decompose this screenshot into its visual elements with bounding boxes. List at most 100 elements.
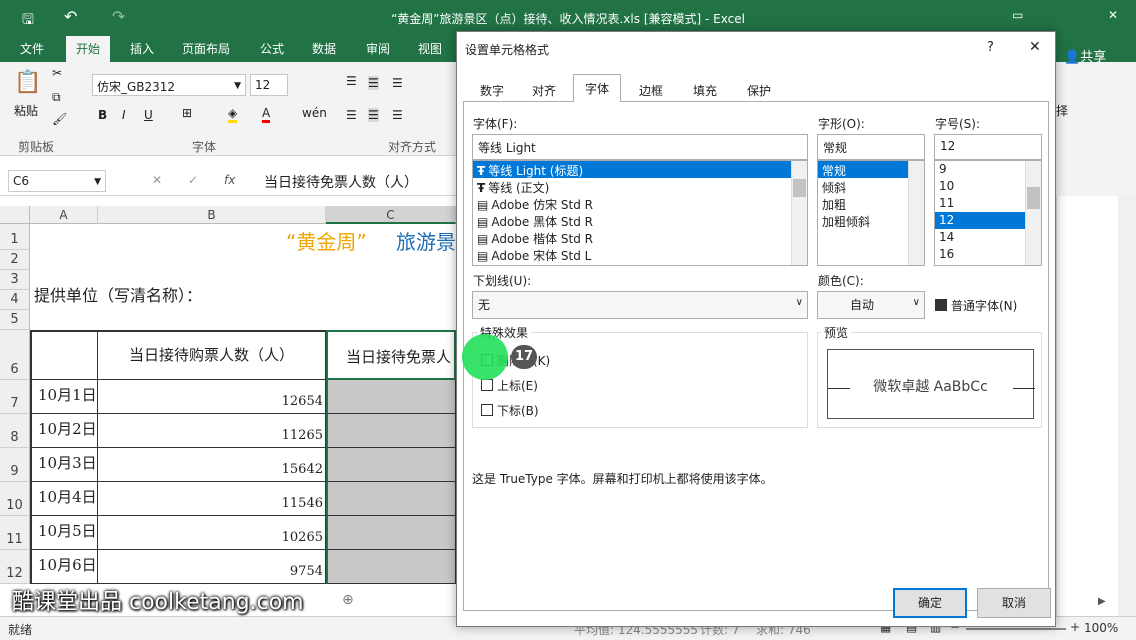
select-all-corner[interactable] <box>0 206 30 224</box>
style-list[interactable]: 常规 倾斜 加粗 加粗倾斜 <box>817 160 925 266</box>
style-item[interactable]: 加粗倾斜 <box>818 212 908 229</box>
size-list-scrollbar[interactable] <box>1025 161 1041 265</box>
zoom-slider[interactable] <box>966 628 1066 630</box>
color-select[interactable]: 自动 ∨ <box>817 291 925 319</box>
selected-cell[interactable] <box>326 414 456 448</box>
vertical-scrollbar[interactable] <box>1118 196 1136 616</box>
value-cell[interactable]: 11546 <box>98 482 326 516</box>
font-list-scrollbar[interactable] <box>791 161 807 265</box>
date-cell[interactable]: 10月3日 <box>30 448 98 482</box>
border-icon[interactable]: ⊞ <box>182 106 192 120</box>
align-top-icon[interactable]: ☰ <box>346 74 357 88</box>
row-header[interactable]: 9 <box>0 448 30 482</box>
font-item[interactable]: ▤ Adobe 宋体 Std L <box>473 246 791 263</box>
row-header[interactable]: 10 <box>0 482 30 516</box>
paste-label[interactable]: 粘贴 <box>14 102 38 119</box>
style-input[interactable]: 常规 <box>817 134 925 160</box>
tab-view[interactable]: 视图 <box>418 40 442 57</box>
font-color-icon[interactable]: A <box>262 106 271 123</box>
normal-font-checkbox[interactable]: 普通字体(N) <box>935 297 1017 314</box>
tab-formulas[interactable]: 公式 <box>260 40 284 57</box>
font-size-select[interactable]: 12 <box>250 74 288 96</box>
select-fragment[interactable]: 择 <box>1056 102 1068 119</box>
size-input[interactable]: 12 <box>934 134 1042 160</box>
tab-page-layout[interactable]: 页面布局 <box>182 40 230 57</box>
date-cell[interactable]: 10月1日 <box>30 380 98 414</box>
size-item[interactable]: 11 <box>935 195 1025 212</box>
date-cell[interactable]: 10月5日 <box>30 516 98 550</box>
col-header-b[interactable]: B <box>98 206 326 224</box>
row-header[interactable]: 8 <box>0 414 30 448</box>
row-header[interactable]: 2 <box>0 250 30 270</box>
align-bottom-icon[interactable]: ☰ <box>392 76 403 90</box>
phonetic-icon[interactable]: wén <box>302 106 327 120</box>
tab-data[interactable]: 数据 <box>312 40 336 57</box>
value-cell[interactable]: 12654 <box>98 380 326 414</box>
cancel-entry-icon[interactable]: ✕ <box>152 173 162 187</box>
col-header-a[interactable]: A <box>30 206 98 224</box>
row-header[interactable]: 6 <box>0 330 30 380</box>
tab-review[interactable]: 审阅 <box>366 40 390 57</box>
font-item[interactable]: ▤ Adobe 黑体 Std R <box>473 212 791 229</box>
row-header[interactable]: 5 <box>0 310 30 330</box>
tab-alignment[interactable]: 对齐 <box>521 76 567 100</box>
cut-icon[interactable]: ✂ <box>52 66 62 80</box>
date-cell[interactable]: 10月4日 <box>30 482 98 516</box>
ribbon-display-icon[interactable]: ▭ <box>1012 8 1023 22</box>
cancel-button[interactable]: 取消 <box>977 588 1051 618</box>
col-header-c[interactable]: C <box>326 206 456 224</box>
underline-button[interactable]: U <box>144 108 153 122</box>
header-b[interactable]: 当日接待购票人数（人） <box>98 330 326 380</box>
underline-select[interactable]: 无 ∨ <box>472 291 808 319</box>
align-center-icon[interactable]: ☰ <box>368 108 379 122</box>
row-header[interactable]: 11 <box>0 516 30 550</box>
date-cell[interactable]: 10月2日 <box>30 414 98 448</box>
selected-cell[interactable] <box>326 482 456 516</box>
date-cell[interactable]: 10月6日 <box>30 550 98 584</box>
subscript-checkbox[interactable]: 下标(B) <box>481 402 539 419</box>
tab-home[interactable]: 开始 <box>66 36 111 62</box>
value-cell[interactable]: 9754 <box>98 550 326 584</box>
size-item[interactable]: 16 <box>935 246 1025 263</box>
style-item[interactable]: 倾斜 <box>818 178 908 195</box>
size-item[interactable]: 14 <box>935 229 1025 246</box>
font-item[interactable]: ▤ Adobe 楷体 Std R <box>473 229 791 246</box>
align-middle-icon[interactable]: ☰ <box>368 76 379 90</box>
row-header[interactable]: 12 <box>0 550 30 584</box>
row-header[interactable]: 4 <box>0 290 30 310</box>
style-item[interactable]: 加粗 <box>818 195 908 212</box>
selected-cell[interactable] <box>326 448 456 482</box>
paste-icon[interactable]: 📋 <box>14 70 41 95</box>
help-button[interactable]: ? <box>987 40 994 55</box>
tab-fill[interactable]: 填充 <box>681 76 729 100</box>
name-box[interactable]: C6 ▼ <box>8 170 106 192</box>
zoom-in-icon[interactable]: + <box>1070 620 1080 634</box>
header-c-selected[interactable]: 当日接待免票人 <box>326 330 456 380</box>
bold-button[interactable]: B <box>98 108 107 122</box>
selected-cell[interactable] <box>326 516 456 550</box>
value-cell[interactable]: 10265 <box>98 516 326 550</box>
tab-border[interactable]: 边框 <box>627 76 675 100</box>
row-header[interactable]: 7 <box>0 380 30 414</box>
tab-number[interactable]: 数字 <box>471 76 513 100</box>
size-item[interactable]: 10 <box>935 178 1025 195</box>
tab-file[interactable]: 文件 <box>20 40 44 57</box>
font-input[interactable]: 等线 Light <box>472 134 808 160</box>
style-list-scrollbar[interactable] <box>908 161 924 265</box>
insert-function-icon[interactable]: fx <box>224 173 235 187</box>
cell-a6[interactable] <box>30 330 98 380</box>
value-cell[interactable]: 11265 <box>98 414 326 448</box>
font-item[interactable]: ▤ Adobe 仿宋 Std R <box>473 195 791 212</box>
zoom-level[interactable]: 100% <box>1084 621 1118 635</box>
size-item[interactable]: 12 <box>935 212 1025 229</box>
worksheet-grid[interactable]: A B C 1 2 3 4 5 6 “黄金周” 旅游景 提供单位（写清名称）： … <box>0 196 456 616</box>
italic-button[interactable]: I <box>122 108 126 122</box>
row-header[interactable]: 3 <box>0 270 30 290</box>
close-window-icon[interactable]: ✕ <box>1108 8 1118 22</box>
share-button[interactable]: 👤共享 <box>1064 46 1106 65</box>
font-item[interactable]: Ŧ 等线 Light (标题) <box>473 161 791 178</box>
font-list[interactable]: Ŧ 等线 Light (标题) Ŧ 等线 (正文) ▤ Adobe 仿宋 Std R ▤ Ad… <box>472 160 808 266</box>
format-painter-icon[interactable]: 🖌 <box>52 112 67 126</box>
scroll-right-icon[interactable]: ▶ <box>1098 596 1106 607</box>
size-item[interactable]: 9 <box>935 161 1025 178</box>
